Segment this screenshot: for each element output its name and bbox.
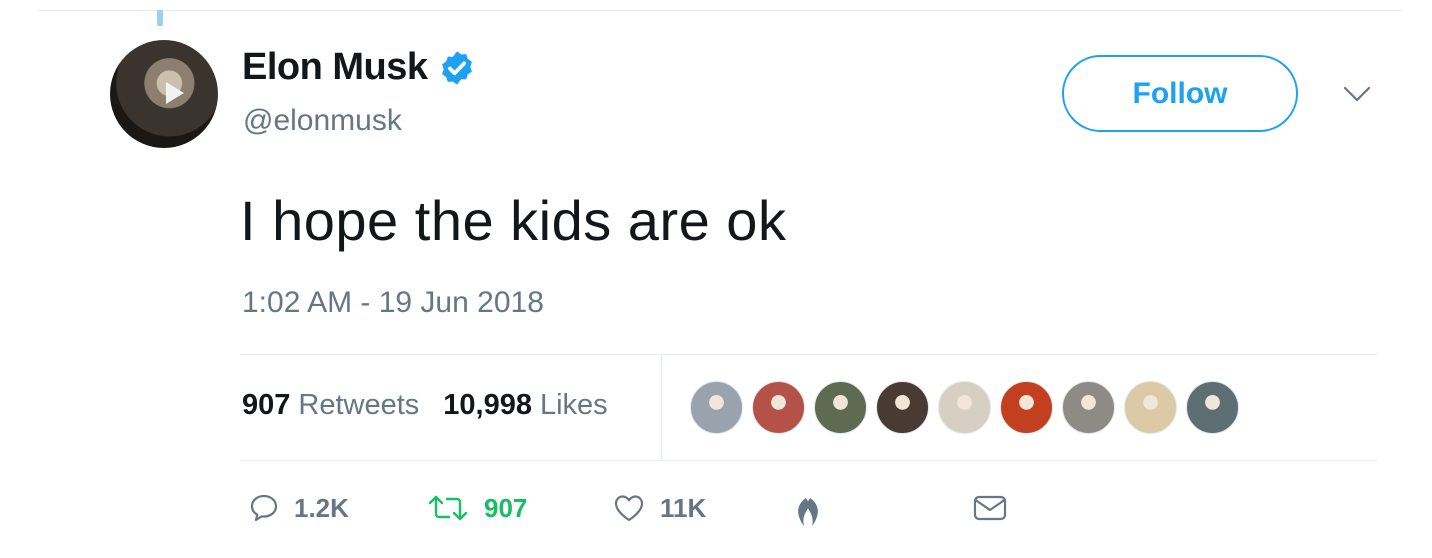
reply-count: 1.2K — [294, 492, 349, 523]
verified-badge-icon — [441, 50, 472, 85]
tweet-timestamp[interactable]: 1:02 AM - 19 Jun 2018 — [242, 286, 544, 320]
liker-avatar[interactable] — [1000, 381, 1053, 434]
tweet-actions: 1.2K 907 11K — [248, 492, 1378, 538]
stats-bottom-divider — [240, 460, 1377, 461]
stats-vertical-divider — [661, 355, 662, 460]
thread-connector — [157, 10, 163, 26]
retweet-count: 907 — [484, 492, 528, 523]
retweets-stat[interactable]: 907 Retweets — [242, 389, 419, 422]
chevron-down-icon[interactable] — [1342, 84, 1372, 104]
retweet-button[interactable]: 907 — [426, 492, 527, 524]
like-count: 11K — [660, 492, 707, 523]
liker-avatar[interactable] — [1062, 381, 1115, 434]
likes-label: Likes — [539, 389, 608, 421]
liker-avatar[interactable] — [814, 381, 867, 434]
liker-avatar[interactable] — [752, 381, 805, 434]
share-app-icon — [798, 498, 818, 526]
like-button[interactable]: 11K — [612, 492, 706, 524]
tweet-stats: 907 Retweets 10,998 Likes — [242, 389, 608, 422]
avatar[interactable] — [110, 40, 218, 148]
retweets-count: 907 — [242, 389, 291, 421]
liker-avatar[interactable] — [938, 381, 991, 434]
direct-message-button[interactable] — [972, 492, 1008, 524]
share-app-button[interactable] — [788, 492, 828, 532]
retweets-label: Retweets — [298, 389, 420, 421]
liker-avatar[interactable] — [1186, 381, 1239, 434]
likes-stat[interactable]: 10,998 Likes — [443, 389, 607, 422]
liker-avatar[interactable] — [690, 381, 743, 434]
author-name[interactable]: Elon Musk — [242, 46, 428, 89]
reply-icon — [250, 494, 278, 522]
top-divider — [38, 10, 1402, 11]
liker-avatar[interactable] — [876, 381, 929, 434]
play-icon — [166, 82, 184, 104]
stats-top-divider — [240, 354, 1377, 355]
tweet-text: I hope the kids are ok — [240, 189, 787, 252]
liker-avatars — [690, 381, 1239, 434]
author-name-row: Elon Musk — [242, 46, 476, 89]
reply-button[interactable]: 1.2K — [248, 492, 349, 524]
liker-avatar[interactable] — [1124, 381, 1177, 434]
author-handle[interactable]: @elonmusk — [243, 104, 402, 138]
follow-button[interactable]: Follow — [1062, 55, 1298, 132]
envelope-icon — [973, 495, 1007, 521]
likes-count: 10,998 — [443, 389, 532, 421]
retweet-icon — [428, 495, 468, 521]
heart-icon — [614, 495, 644, 522]
